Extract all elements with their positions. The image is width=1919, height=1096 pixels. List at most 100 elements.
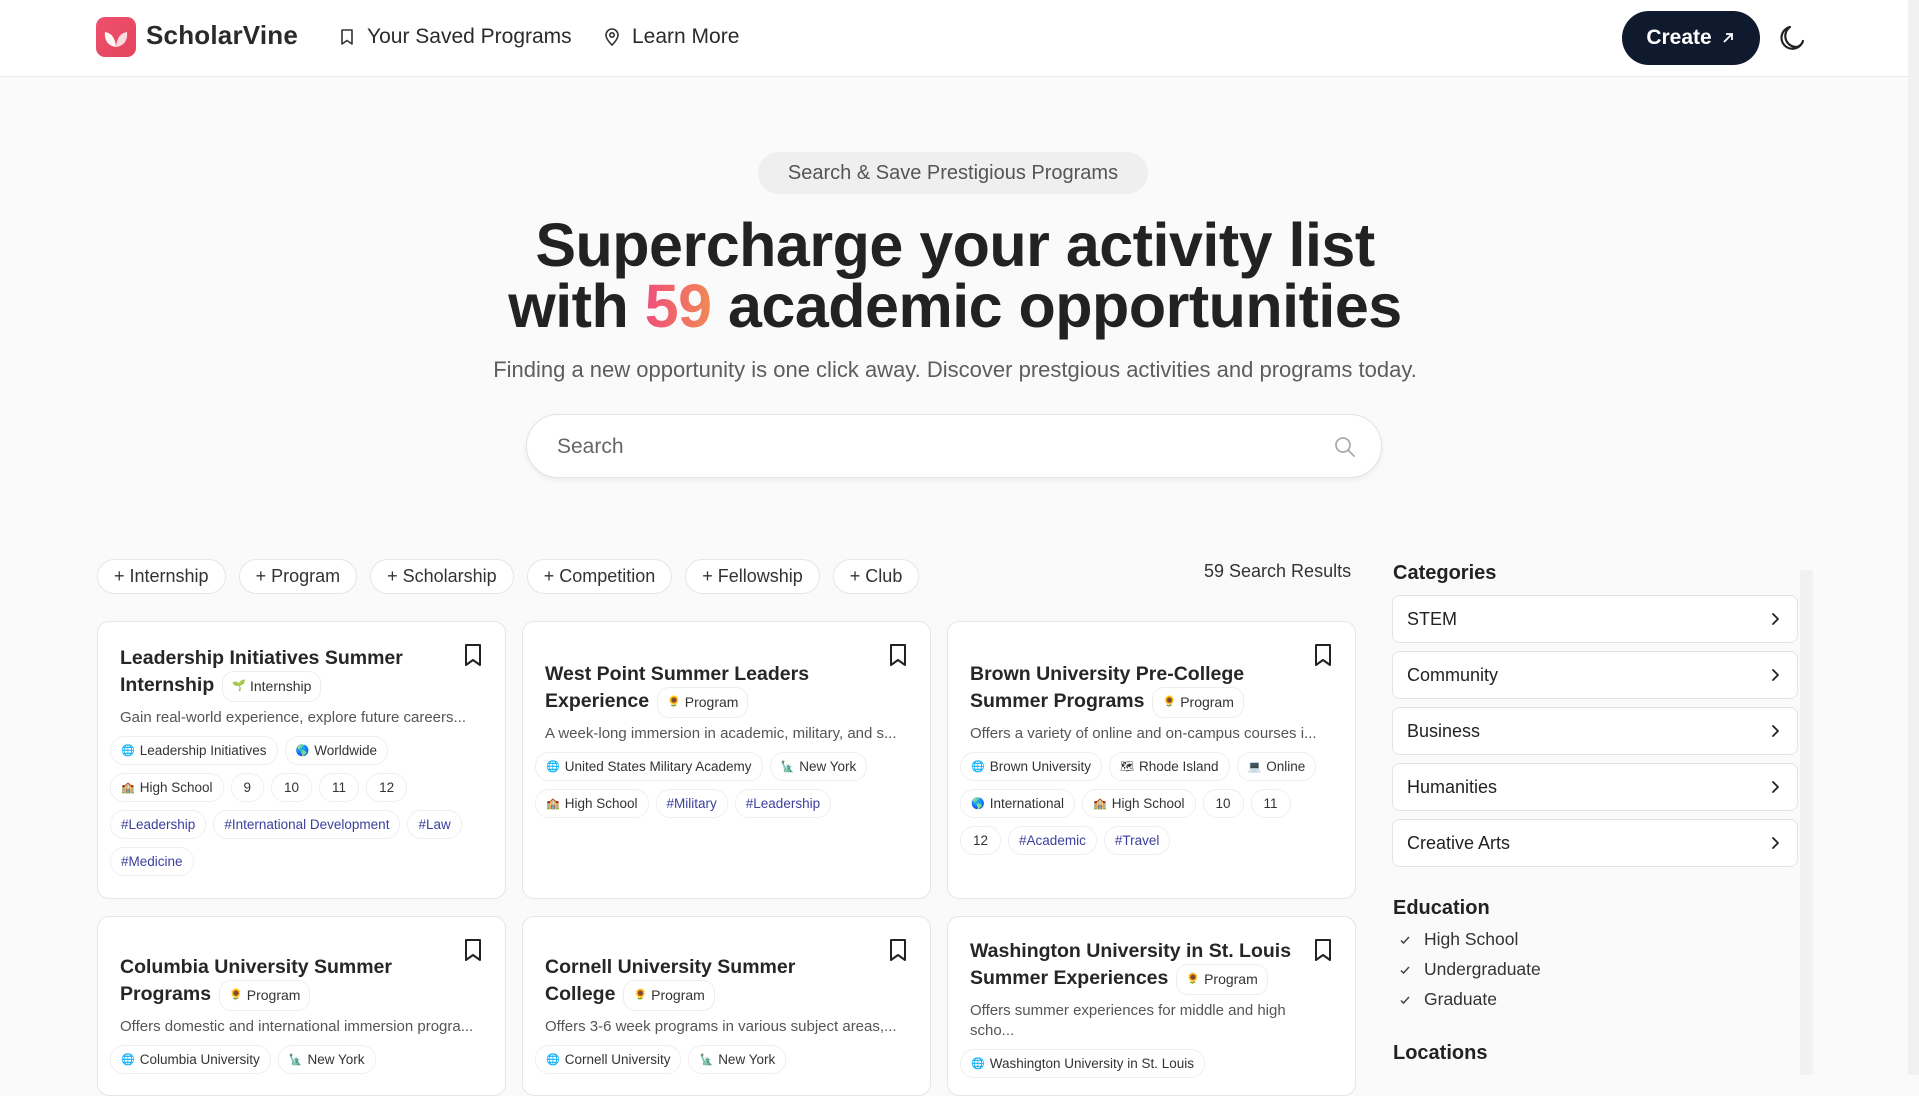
card-type-tag[interactable]: 🌱 Internship (222, 671, 322, 702)
info-chip[interactable]: 🌐 Brown University (960, 752, 1102, 781)
filter-fellowship[interactable]: + Fellowship (685, 559, 820, 594)
card-description: Offers a variety of online and on-campus… (970, 725, 1317, 742)
info-chip[interactable]: 🗽 New York (769, 752, 868, 781)
info-chip[interactable]: 🗽 New York (688, 1045, 787, 1074)
hero-title-line1: Supercharge your activity list (535, 211, 1375, 279)
filter-internship[interactable]: + Internship (97, 559, 226, 594)
page-scrollbar[interactable] (1908, 0, 1919, 1075)
info-chip[interactable]: 🌎 International (960, 789, 1076, 818)
card-title: Leadership Initiatives Summer Internship… (120, 646, 483, 702)
info-chip[interactable]: 🗺 Rhode Island (1108, 752, 1230, 781)
education-option[interactable]: Graduate (1398, 989, 1497, 1010)
hashtag-chip[interactable]: # Academic (1008, 826, 1097, 855)
bookmark-icon[interactable] (461, 642, 485, 668)
chip-label: International (989, 796, 1065, 811)
card-type-tag[interactable]: 🌻 Program (623, 980, 715, 1011)
bookmark-icon[interactable] (886, 937, 910, 963)
chip-emoji-icon: 🗽 (780, 761, 795, 773)
bookmark-icon[interactable] (461, 937, 485, 963)
program-card[interactable]: Washington University in St. Louis Summe… (947, 916, 1356, 1096)
bookmark-icon[interactable] (886, 642, 910, 668)
grade-chip[interactable]: 10 (271, 773, 313, 802)
hashtag-chip[interactable]: # Medicine (110, 847, 194, 876)
info-chip[interactable]: 🌐 Cornell University (535, 1045, 682, 1074)
info-chip[interactable]: 🏫 High School (1082, 789, 1196, 818)
globe-icon: 🌐 (546, 761, 560, 773)
card-tags: 🌐 Columbia University 🗽 New York (110, 1045, 483, 1074)
info-chip[interactable]: 🌎 Worldwide (284, 736, 389, 765)
category-item[interactable]: Humanities (1392, 763, 1798, 811)
info-chip[interactable]: 🏫 High School (535, 789, 649, 818)
hashtag-chip[interactable]: # Leadership (734, 789, 832, 818)
chip-label: Leadership Initiatives (139, 743, 267, 758)
grade-chip[interactable]: 9 (230, 773, 265, 802)
category-label: Business (1407, 720, 1481, 741)
search-icon[interactable] (1333, 435, 1357, 459)
category-item[interactable]: STEM (1392, 595, 1798, 643)
card-description: A week-long immersion in academic, milit… (545, 725, 897, 742)
nav-learn-more[interactable]: Learn More (602, 25, 739, 49)
chip-label: 11 (332, 780, 347, 795)
education-option[interactable]: High School (1398, 929, 1518, 950)
bookmark-icon (341, 29, 353, 45)
filter-program[interactable]: + Program (238, 559, 358, 594)
grade-chip[interactable]: 11 (1250, 789, 1291, 818)
program-card[interactable]: Leadership Initiatives Summer Internship… (97, 621, 506, 899)
card-type-tag[interactable]: 🌻 Program (1176, 964, 1268, 995)
card-type-label: Program (1180, 694, 1234, 710)
sidebar-scrollbar[interactable] (1800, 570, 1813, 1075)
hashtag-chip[interactable]: # Military (655, 789, 728, 818)
hash-symbol: # (418, 817, 426, 832)
brand-name[interactable]: ScholarVine (146, 20, 298, 51)
checkbox-checked-icon[interactable] (1398, 993, 1412, 1007)
info-chip[interactable]: 🌐 Leadership Initiatives (110, 736, 278, 765)
bookmark-icon[interactable] (1311, 937, 1335, 963)
bookmark-icon[interactable] (1311, 642, 1335, 668)
chevron-right-icon (1772, 781, 1779, 793)
create-button[interactable]: Create (1622, 11, 1760, 65)
moon-icon[interactable] (1776, 22, 1808, 54)
filter-competition[interactable]: + Competition (526, 559, 673, 594)
education-option[interactable]: Undergraduate (1398, 959, 1541, 980)
grade-chip[interactable]: 12 (366, 773, 408, 802)
grade-chip[interactable]: 11 (319, 773, 360, 802)
category-item[interactable]: Business (1392, 707, 1798, 755)
chip-label: New York (307, 1052, 365, 1067)
card-type-tag[interactable]: 🌻 Program (1152, 687, 1244, 718)
card-type-tag[interactable]: 🌻 Program (219, 980, 311, 1011)
category-item[interactable]: Community (1392, 651, 1798, 699)
category-item[interactable]: Creative Arts (1392, 819, 1798, 867)
info-chip[interactable]: 🏫 High School (110, 773, 224, 802)
info-chip[interactable]: 🌐 Washington University in St. Louis (960, 1049, 1206, 1078)
info-chip[interactable]: 💻 Online (1236, 752, 1317, 781)
nav-saved-programs[interactable]: Your Saved Programs (337, 25, 572, 49)
search-input[interactable] (557, 429, 1297, 465)
chip-label: Cornell University (564, 1052, 671, 1067)
card-type-label: Program (1204, 971, 1258, 987)
hashtag-chip[interactable]: # International Development (213, 810, 401, 839)
info-chip[interactable]: 🗽 New York (277, 1045, 376, 1074)
search-bar[interactable] (526, 414, 1382, 478)
hero-title-post: academic opportunities (711, 272, 1402, 340)
hero-title: Supercharge your activity list with 59 a… (400, 215, 1510, 337)
globe-icon: 🌐 (971, 761, 985, 773)
filter-scholarship[interactable]: + Scholarship (370, 559, 514, 594)
program-card[interactable]: Columbia University Summer Programs 🌻 Prog… (97, 916, 506, 1096)
hashtag-chip[interactable]: # Travel (1103, 826, 1171, 855)
info-chip[interactable]: 🌐 United States Military Academy (535, 752, 763, 781)
card-type-tag[interactable]: 🌻 Program (657, 687, 749, 718)
filter-club[interactable]: + Club (832, 559, 920, 594)
checkbox-checked-icon[interactable] (1398, 963, 1412, 977)
grade-chip[interactable]: 12 (960, 826, 1002, 855)
program-card[interactable]: West Point Summer Leaders Experience 🌻 Pro… (522, 621, 931, 899)
checkbox-checked-icon[interactable] (1398, 933, 1412, 947)
hashtag-chip[interactable]: # Leadership (110, 810, 207, 839)
program-card[interactable]: Cornell University Summer College 🌻 Progra… (522, 916, 931, 1096)
program-card[interactable]: Brown University Pre-College Summer Prog… (947, 621, 1356, 899)
info-chip[interactable]: 🌐 Columbia University (110, 1045, 271, 1074)
scholarvine-logo[interactable] (96, 17, 136, 57)
hashtag-chip[interactable]: # Law (407, 810, 462, 839)
chip-label: Travel (1122, 833, 1160, 848)
grade-chip[interactable]: 10 (1202, 789, 1244, 818)
chip-label: High School (139, 780, 213, 795)
